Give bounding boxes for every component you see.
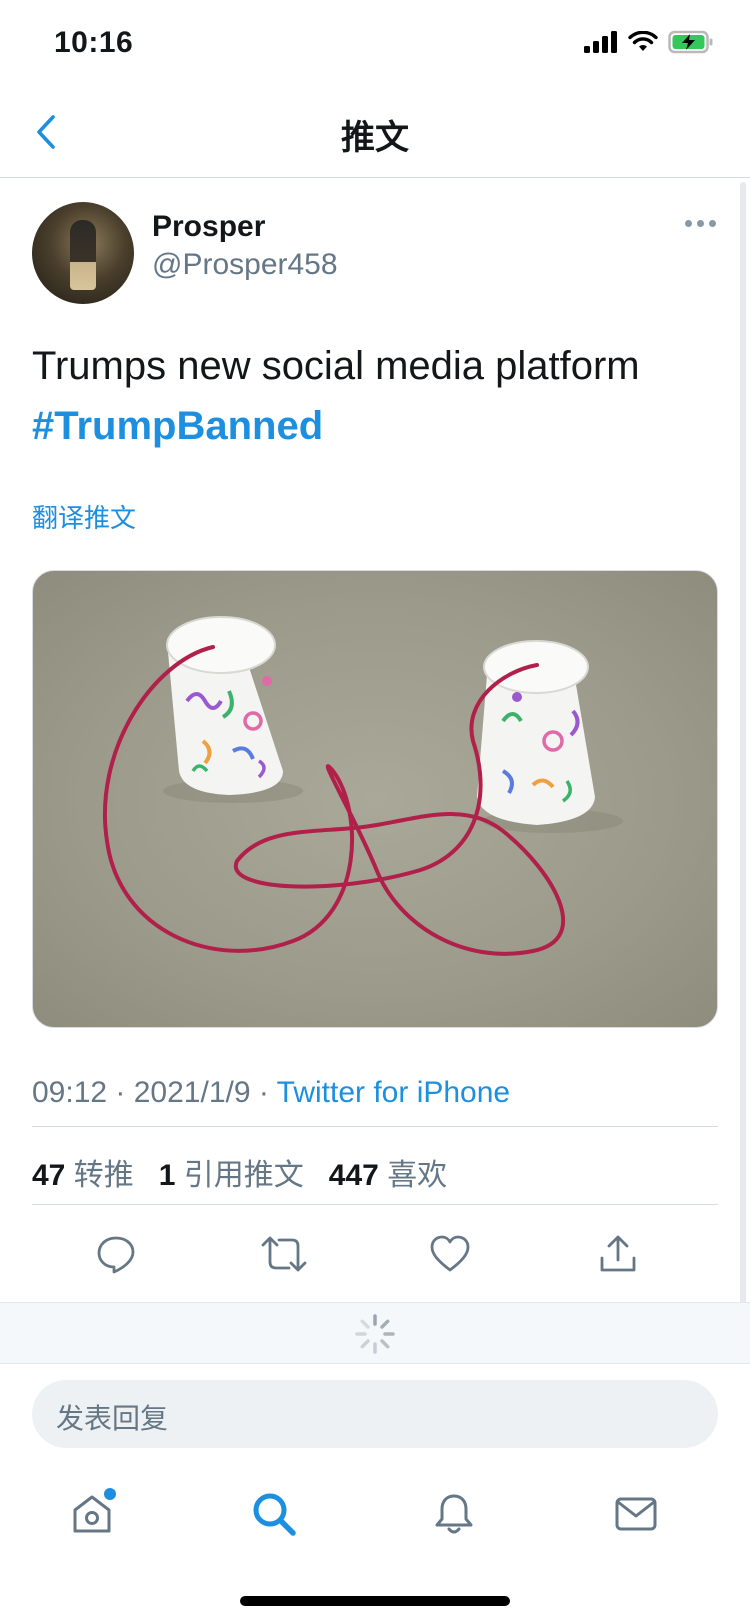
tweet-actions [0,1220,750,1290]
battery-charging-icon [668,30,713,54]
notification-dot [104,1488,116,1500]
cellular-signal-icon [584,31,617,53]
search-icon [253,1493,296,1536]
share-icon [600,1235,636,1272]
divider [32,1126,718,1127]
more-options-icon[interactable] [685,220,716,227]
meta-separator: · [258,1076,277,1109]
status-time: 10:16 [54,26,134,59]
tab-messages[interactable] [606,1484,666,1544]
status-icons [584,30,714,54]
scrollbar[interactable] [740,182,746,1332]
tweet-time: 09:12 [32,1076,108,1109]
tweet-stats: 47 转推 1 引用推文 447 喜欢 [32,1150,447,1194]
quotes-stat[interactable]: 1 引用推文 [159,1159,304,1192]
replies-loading [0,1302,750,1364]
reply-button[interactable] [88,1226,144,1282]
retweet-button[interactable] [256,1226,312,1282]
translate-tweet-link[interactable]: 翻译推文 [32,498,136,535]
home-indicator[interactable] [240,1596,510,1606]
tweet-body: Trumps new social media platform [32,344,640,388]
tab-home[interactable] [62,1484,122,1544]
divider [32,1204,718,1205]
status-bar: 10:16 [0,0,750,88]
tweet-meta: 09:12 · 2021/1/9 · Twitter for iPhone [32,1076,510,1110]
display-name[interactable]: Prosper [152,210,265,244]
mail-icon [615,1497,657,1531]
page-title: 推文 [341,119,409,157]
reply-icon [97,1236,135,1274]
bell-icon [435,1494,473,1534]
likes-stat[interactable]: 447 喜欢 [329,1159,447,1192]
hashtag-link[interactable]: #TrumpBanned [32,396,722,456]
tab-notifications[interactable] [424,1484,484,1544]
tweet-text: Trumps new social media platform #TrumpB… [32,336,722,456]
heart-icon [430,1235,470,1272]
meta-separator: · [115,1076,134,1109]
avatar[interactable] [32,202,134,304]
tweet-source-link[interactable]: Twitter for iPhone [277,1076,510,1109]
paper-cup-telephone-image [103,616,623,956]
tweet-image[interactable] [32,570,718,1028]
reply-placeholder: 发表回复 [56,1403,169,1434]
tweet-date: 2021/1/9 [133,1076,251,1109]
retweets-stat[interactable]: 47 转推 [32,1159,134,1192]
retweet-icon [261,1236,307,1272]
loading-spinner-icon [355,1314,395,1354]
wifi-icon [628,31,658,51]
nav-bar: 推文 [0,88,750,178]
reply-input[interactable]: 发表回复 [32,1380,718,1448]
like-button[interactable] [422,1226,478,1282]
tab-bar [0,1470,750,1570]
tab-search[interactable] [244,1484,304,1544]
share-button[interactable] [590,1226,646,1282]
user-handle[interactable]: @Prosper458 [152,248,338,282]
